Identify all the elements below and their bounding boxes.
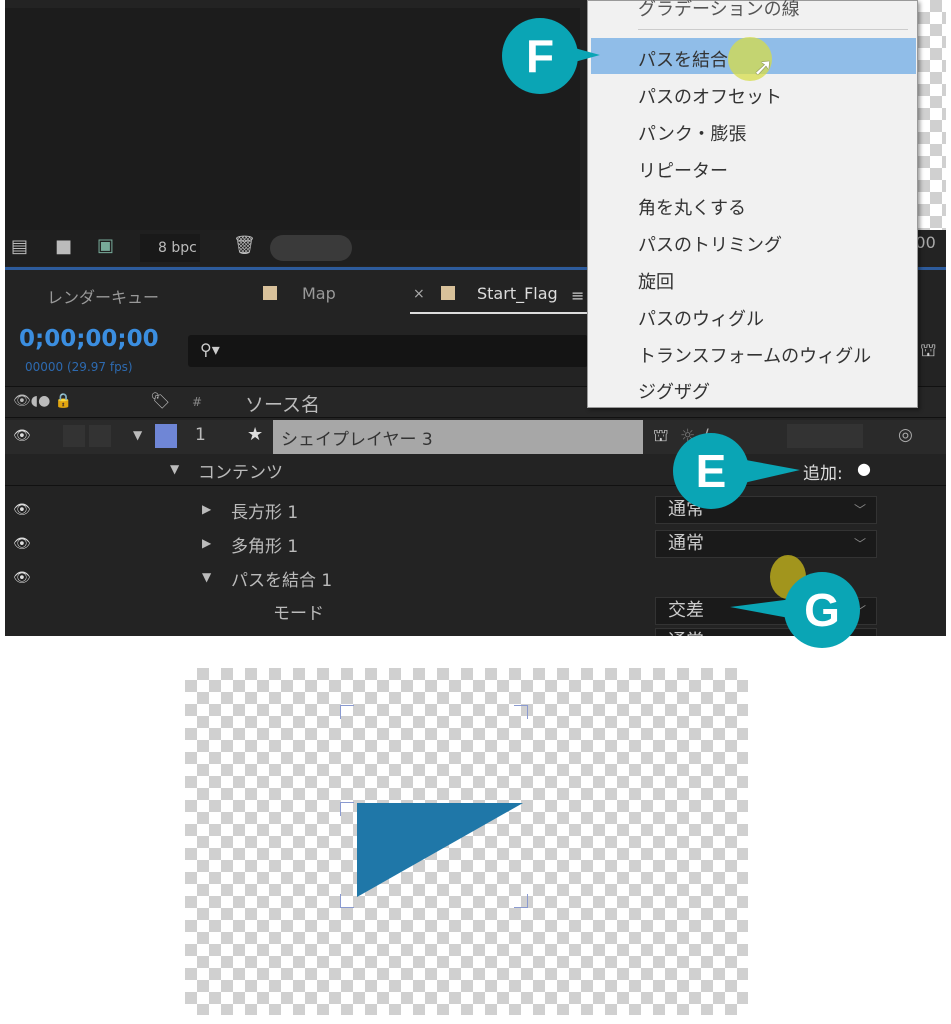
callout-g: G [784, 572, 860, 648]
preview-shape [357, 803, 523, 897]
callout-e: E [673, 433, 749, 509]
callout-f: F [502, 18, 578, 94]
preview-canvas [185, 668, 748, 1015]
callout-pointers [560, 44, 800, 620]
intersected-triangle-shape [357, 803, 523, 897]
